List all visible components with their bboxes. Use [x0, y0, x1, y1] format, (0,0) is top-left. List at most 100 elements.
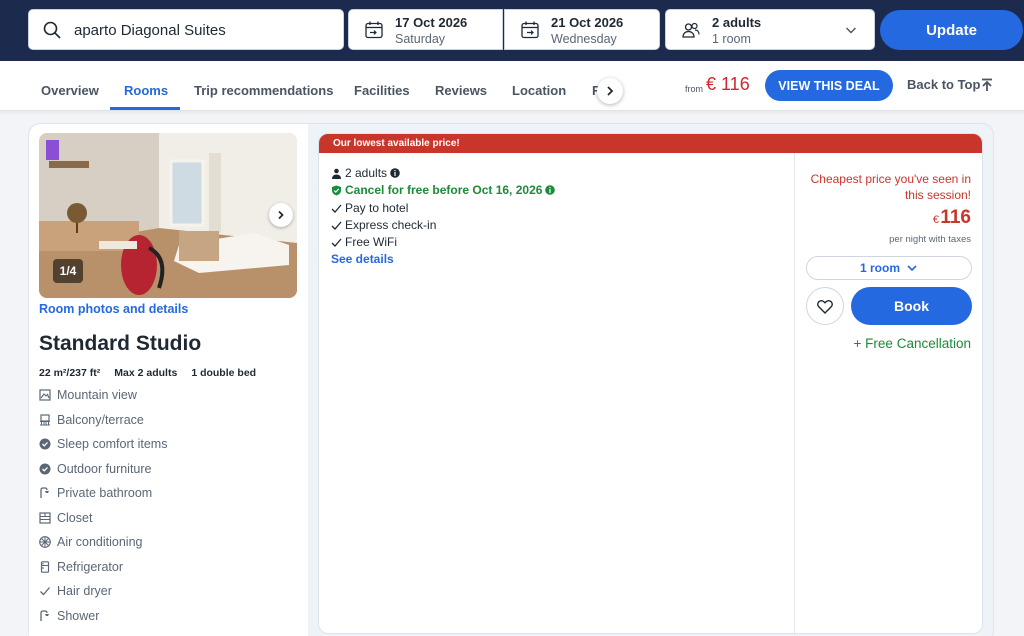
tab-reviews[interactable]: Reviews — [435, 83, 487, 98]
offer-price: 116 — [940, 207, 971, 228]
from-label: from — [685, 84, 703, 94]
info-icon[interactable] — [390, 168, 400, 178]
amenity-item: Private bathroom — [39, 484, 152, 502]
room-photo[interactable]: 1/4 — [39, 133, 297, 298]
photo-next-button[interactable] — [269, 203, 293, 227]
info-icon[interactable] — [545, 185, 556, 195]
offer-adults: 2 adults — [331, 166, 400, 180]
room-count-select[interactable]: 1 room — [806, 256, 972, 280]
tab-overview[interactable]: Overview — [41, 83, 99, 98]
guests-field[interactable]: 2 adults 1 room — [665, 9, 875, 50]
destination-input[interactable]: aparto Diagonal Suites — [74, 22, 226, 39]
mountain-view-icon — [39, 389, 51, 401]
checkout-date: 21 Oct 2026 — [551, 15, 624, 30]
checkmark-icon — [331, 221, 342, 230]
amenity-label: Mountain view — [57, 388, 137, 402]
room-max-guests: Max 2 adults — [114, 367, 178, 379]
amenity-label: Hair dryer — [57, 584, 112, 598]
shield-check-icon — [332, 185, 341, 195]
amenity-item: Shower — [39, 607, 99, 625]
update-button[interactable]: Update — [880, 10, 1023, 50]
shower-icon — [40, 609, 49, 621]
check-circle-icon — [39, 463, 51, 474]
see-details-link[interactable]: See details — [331, 252, 394, 266]
offer-feature: Pay to hotel — [331, 201, 408, 215]
balcony-icon — [40, 413, 50, 425]
guests-count: 2 adults — [712, 15, 762, 30]
amenity-label: Sleep comfort items — [57, 437, 168, 451]
destination-search-field[interactable]: aparto Diagonal Suites — [28, 9, 344, 50]
amenity-item: Mountain view — [39, 386, 137, 404]
tab-rooms[interactable]: Rooms — [124, 83, 168, 98]
amenity-item: Refrigerator — [39, 558, 123, 576]
offer-cancel-label: Cancel for free before Oct 16, 2026 — [345, 183, 543, 197]
tab-facilities[interactable]: Facilities — [354, 83, 410, 98]
amenity-item: Balcony/terrace — [39, 411, 144, 429]
cheapest-price-note: Cheapest price you've seen in this sessi… — [810, 172, 971, 202]
back-to-top-link[interactable]: Back to Top — [907, 77, 980, 92]
calendar-checkout-icon — [521, 21, 539, 39]
rooms-count: 1 room — [712, 32, 751, 46]
photo-badge — [46, 140, 59, 160]
calendar-checkin-icon — [365, 21, 383, 39]
photo-counter: 1/4 — [53, 259, 83, 283]
offer-feature: Free WiFi — [331, 235, 397, 249]
shower-icon — [40, 487, 49, 498]
offer-feature-label: Free WiFi — [345, 235, 397, 249]
offer-free-cancel: Cancel for free before Oct 16, 2026 — [331, 183, 556, 197]
tab-trip-recommendations[interactable]: Trip recommendations — [194, 83, 333, 98]
room-title: Standard Studio — [39, 332, 202, 355]
room-photos-link[interactable]: Room photos and details — [39, 302, 188, 316]
tab-location[interactable]: Location — [512, 83, 566, 98]
book-button[interactable]: Book — [851, 287, 972, 325]
checkmark-icon — [331, 204, 342, 213]
checkmark-icon — [40, 587, 50, 596]
room-bed: 1 double bed — [191, 367, 257, 379]
per-night-label: per night with taxes — [889, 234, 971, 245]
price-currency: € — [932, 214, 939, 226]
tabs-scroll-right-button[interactable] — [597, 78, 623, 104]
room-count-value: 1 room — [859, 261, 900, 275]
check-circle-icon — [39, 438, 51, 450]
amenity-item: Sleep comfort items — [39, 435, 167, 453]
offer-divider — [794, 153, 795, 633]
checkout-date-field[interactable]: 21 Oct 2026 Wednesday — [504, 9, 660, 50]
amenity-label: Shower — [57, 608, 100, 623]
offer-panel: Our lowest available price! 2 adults Can… — [318, 133, 983, 634]
refrigerator-icon — [40, 560, 50, 573]
arrow-up-to-top-icon[interactable] — [981, 78, 993, 92]
search-header: aparto Diagonal Suites 17 Oct 2026 Satur… — [0, 0, 1024, 61]
checkout-day: Wednesday — [551, 32, 617, 46]
offer-feature-label: Express check-in — [345, 218, 437, 232]
checkin-date-field[interactable]: 17 Oct 2026 Saturday — [348, 9, 503, 50]
checkmark-icon — [331, 238, 342, 247]
chevron-right-icon — [278, 210, 284, 220]
amenity-item: Air conditioning — [39, 533, 142, 551]
save-favorite-button[interactable] — [806, 287, 844, 325]
snowflake-icon — [39, 536, 51, 548]
amenity-label: Air conditioning — [57, 535, 143, 549]
offer-adults-label: 2 adults — [345, 166, 388, 180]
closet-icon — [39, 511, 51, 524]
free-cancellation-link[interactable]: + Free Cancellation — [854, 336, 971, 351]
chevron-down-icon — [846, 27, 856, 34]
section-nav: Overview Rooms Trip recommendations Faci… — [0, 61, 1024, 111]
lowest-price-banner: Our lowest available price! — [319, 134, 982, 153]
amenity-label: Private bathroom — [57, 486, 153, 500]
amenity-item: Closet — [39, 509, 92, 527]
search-icon — [43, 21, 61, 39]
amenity-label: Refrigerator — [57, 559, 123, 574]
heart-icon — [817, 299, 833, 314]
amenity-label: Balcony/terrace — [57, 412, 144, 427]
from-price: € 116 — [706, 74, 750, 94]
view-deal-button[interactable]: VIEW THIS DEAL — [765, 70, 893, 101]
amenity-item: Outdoor furniture — [39, 460, 152, 478]
offer-feature: Express check-in — [331, 218, 436, 232]
chevron-right-icon — [607, 86, 614, 96]
guests-icon — [682, 22, 700, 38]
offer-feature-label: Pay to hotel — [345, 201, 409, 215]
checkin-date: 17 Oct 2026 — [395, 15, 468, 30]
person-icon — [332, 168, 341, 179]
room-size: 22 m²/237 ft² — [39, 367, 101, 379]
amenity-label: Closet — [57, 510, 93, 525]
